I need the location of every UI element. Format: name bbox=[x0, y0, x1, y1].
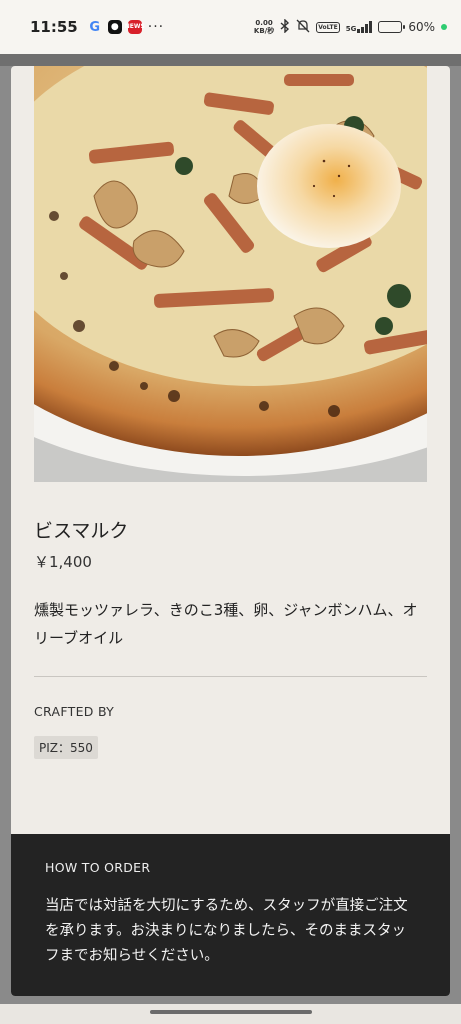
divider bbox=[34, 676, 427, 677]
how-to-order-panel: HOW TO ORDER 当店では対話を大切にするため、スタッフが直接ご注文を承… bbox=[11, 834, 450, 996]
product-description: 燻製モッツァレラ、きのこ3種、卵、ジャンボンハム、オリーブオイル bbox=[34, 601, 418, 647]
signal-icon: 5G bbox=[346, 21, 373, 33]
how-to-order-title: HOW TO ORDER bbox=[45, 860, 151, 875]
status-left: 11:55 G ● NEWS ··· bbox=[30, 18, 164, 36]
product-detail-card: ビスマルク ￥1,400 燻製モッツァレラ、きのこ3種、卵、ジャンボンハム、オリ… bbox=[11, 66, 450, 996]
more-notifications-icon: ··· bbox=[147, 19, 165, 35]
network-speed: 0.00 KB/秒 bbox=[254, 19, 274, 35]
navigation-bar bbox=[0, 1004, 461, 1024]
product-name: ビスマルク bbox=[34, 520, 129, 542]
bluetooth-icon bbox=[280, 17, 290, 36]
product-price: ￥1,400 bbox=[34, 553, 92, 571]
crafted-by-label: CRAFTED BY bbox=[34, 704, 115, 719]
battery-percent: 60% bbox=[408, 20, 435, 34]
network-speed-unit: KB/秒 bbox=[253, 27, 275, 35]
status-time: 11:55 bbox=[30, 18, 78, 36]
network-speed-value: 0.00 bbox=[255, 19, 273, 27]
status-bar: 11:55 G ● NEWS ··· 0.00 KB/秒 VoLTE 5G 60… bbox=[0, 0, 461, 54]
privacy-indicator-icon bbox=[441, 24, 447, 30]
google-app-icon: G bbox=[89, 19, 101, 35]
app-notification-icon: ● bbox=[107, 20, 122, 34]
crafted-by-tag: PIZ：550 bbox=[34, 736, 98, 759]
news-app-icon: NEWS bbox=[125, 20, 145, 34]
how-to-order-text: 当店では対話を大切にするため、スタッフが直接ご注文を承ります。お決まりになりまし… bbox=[45, 898, 408, 964]
home-gesture-bar[interactable] bbox=[150, 1010, 312, 1014]
network-type: 5G bbox=[345, 25, 357, 33]
pizza-photo bbox=[34, 66, 427, 482]
modal-backdrop[interactable] bbox=[0, 54, 461, 66]
battery-icon bbox=[378, 21, 406, 33]
status-right: 0.00 KB/秒 VoLTE 5G 60% bbox=[254, 17, 447, 36]
volte-icon: VoLTE bbox=[316, 21, 340, 33]
mute-icon bbox=[296, 19, 310, 36]
